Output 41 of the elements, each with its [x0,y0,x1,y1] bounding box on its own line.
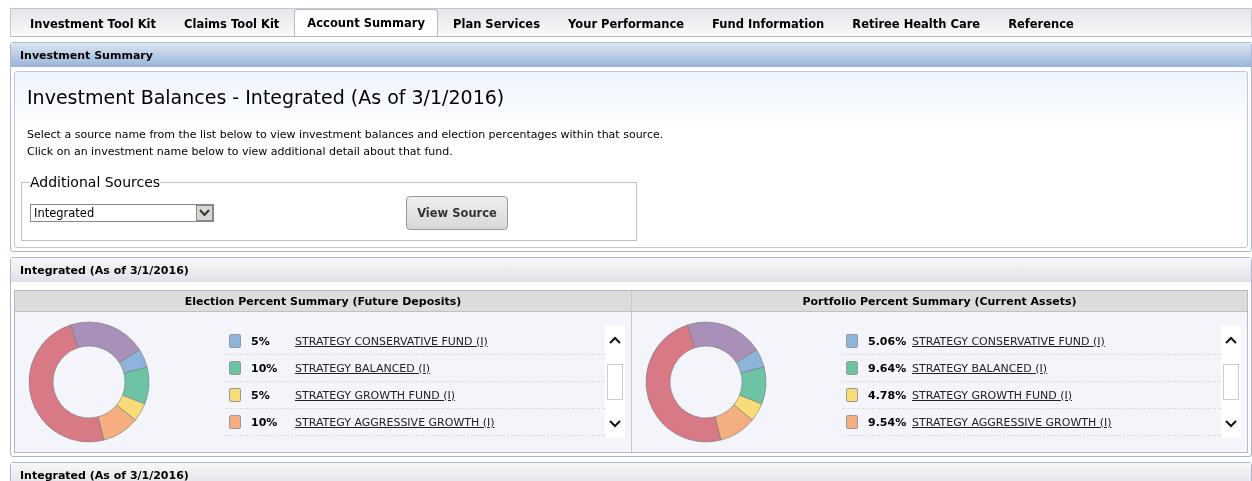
view-source-button[interactable]: View Source [406,196,508,230]
scroll-up-icon[interactable] [1225,336,1237,344]
panel-header: Investment Summary [11,43,1251,67]
nav-tab[interactable]: Investment Tool Kit [17,11,169,36]
fund-link[interactable]: STRATEGY BALANCED (I) [295,361,431,375]
group-legend: Additional Sources [30,174,161,190]
fund-percent: 10% [251,361,279,375]
nav-tab[interactable]: Account Summary [294,9,439,36]
nav-tab[interactable]: Retiree Health Care [839,11,994,36]
fund-percent: 9.54% [868,415,908,429]
scroll-down-icon[interactable] [609,420,621,428]
nav-tab[interactable]: Claims Tool Kit [171,11,293,36]
instruction-text: Click on an investment name below to view additional detail about that fund. [27,144,454,160]
panel-header: Integrated (As of 3/1/2016) [11,258,1251,282]
scroll-up-icon[interactable] [609,336,621,344]
fund-link[interactable]: STRATEGY GROWTH FUND (I) [912,388,1073,402]
fund-percent: 9.64% [868,361,908,375]
summary-header: Portfolio Percent Summary (Current Assets) [632,291,1247,312]
summary-header: Election Percent Summary (Future Deposits) [15,291,631,312]
scroll-down-icon[interactable] [1225,420,1237,428]
fund-percent: 5% [251,334,271,348]
nav-tab[interactable]: Plan Services [440,11,553,36]
fund-link[interactable]: STRATEGY AGGRESSIVE GROWTH (I) [295,415,495,429]
nav-tab[interactable]: Fund Information [699,11,838,36]
scrollbar[interactable] [1221,326,1241,438]
fund-percent: 10% [251,415,279,429]
nav-tab[interactable]: Reference [995,11,1087,36]
scrollbar[interactable] [605,326,625,438]
fund-link[interactable]: STRATEGY AGGRESSIVE GROWTH (I) [912,415,1112,429]
fund-link[interactable]: STRATEGY BALANCED (I) [912,361,1048,375]
fund-link[interactable]: STRATEGY CONSERVATIVE FUND (I) [912,334,1105,348]
panel-header: Integrated (As of 3/1/2016) [11,463,1251,481]
fund-link[interactable]: STRATEGY CONSERVATIVE FUND (I) [295,334,488,348]
page-title: Investment Balances - Integrated (As of 3/1/2016) [27,86,506,108]
instruction-text: Select a source name from the list below to view investment balances and election percentages within that source. [27,127,665,143]
fund-percent: 4.78% [868,388,908,402]
source-select[interactable]: Integrated [30,204,214,222]
fund-percent: 5.06% [868,334,908,348]
nav-tab[interactable]: Your Performance [555,11,698,36]
fund-percent: 5% [251,388,271,402]
fund-link[interactable]: STRATEGY GROWTH FUND (I) [295,388,456,402]
